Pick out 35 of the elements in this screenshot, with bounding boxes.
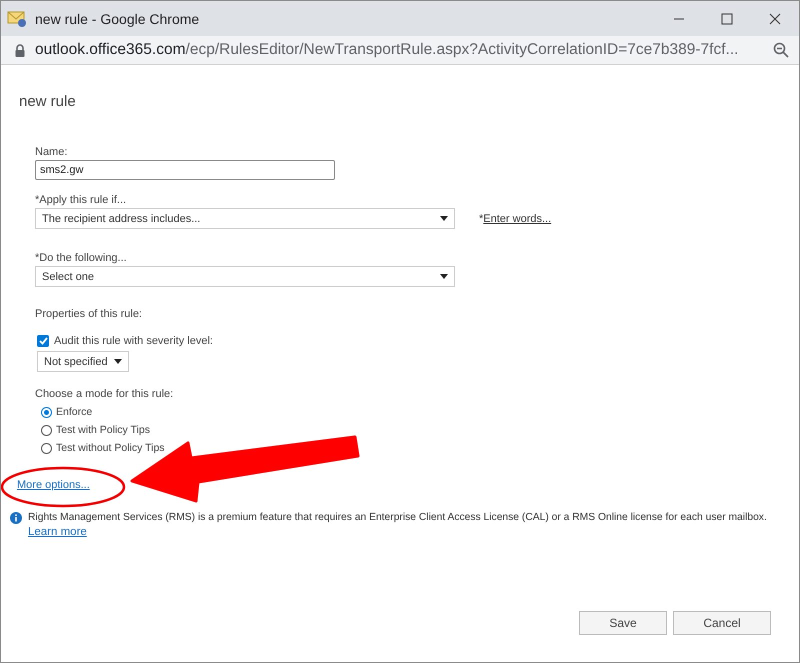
learn-more-link[interactable]: Learn more — [28, 526, 767, 538]
close-icon — [769, 12, 781, 24]
page-title: new rule — [19, 93, 77, 110]
info-icon — [10, 512, 22, 524]
info-text: Rights Management Services (RMS) is a premium feature that requires an Enterprise Client Access License (CAL) or a RMS Online license for each user mailbox. — [28, 512, 767, 523]
properties-label: Properties of this rule: — [35, 308, 143, 320]
mode-option-label: Test without Policy Tips — [56, 442, 165, 454]
audit-label: Audit this rule with severity level: — [54, 335, 213, 347]
enter-words-link[interactable]: Enter words... — [483, 212, 552, 224]
mode-radio[interactable] — [41, 424, 52, 436]
mode-label: Choose a mode for this rule: — [35, 388, 174, 400]
mode-radio[interactable] — [41, 406, 52, 418]
save-button[interactable]: Save — [579, 611, 667, 635]
zoom-icon[interactable] — [773, 42, 789, 58]
caret-icon — [440, 274, 448, 279]
mode-option-label: Enforce — [56, 406, 92, 418]
cancel-button[interactable]: Cancel — [673, 611, 771, 635]
more-options-link[interactable]: More options... — [17, 479, 90, 491]
lock-icon — [15, 44, 25, 56]
action-dropdown[interactable]: Select one — [35, 266, 455, 287]
severity-dropdown[interactable]: Not specified — [37, 351, 129, 372]
action-label: *Do the following... — [35, 252, 128, 264]
condition-dropdown[interactable]: The recipient address includes... — [35, 208, 455, 229]
condition-label: *Apply this rule if... — [35, 194, 128, 206]
mode-radio[interactable] — [41, 442, 52, 454]
audit-checkbox[interactable] — [37, 335, 49, 347]
envelope-icon — [7, 10, 27, 28]
name-field[interactable]: sms2.gw — [35, 160, 335, 180]
caret-icon — [440, 216, 448, 221]
mode-option-label: Test with Policy Tips — [56, 424, 150, 436]
caret-icon — [114, 359, 122, 364]
window-title: new rule - Google Chrome — [35, 10, 200, 26]
required-mark: * — [479, 212, 484, 224]
name-label: Name: — [35, 146, 68, 158]
maximize-icon — [721, 12, 733, 24]
